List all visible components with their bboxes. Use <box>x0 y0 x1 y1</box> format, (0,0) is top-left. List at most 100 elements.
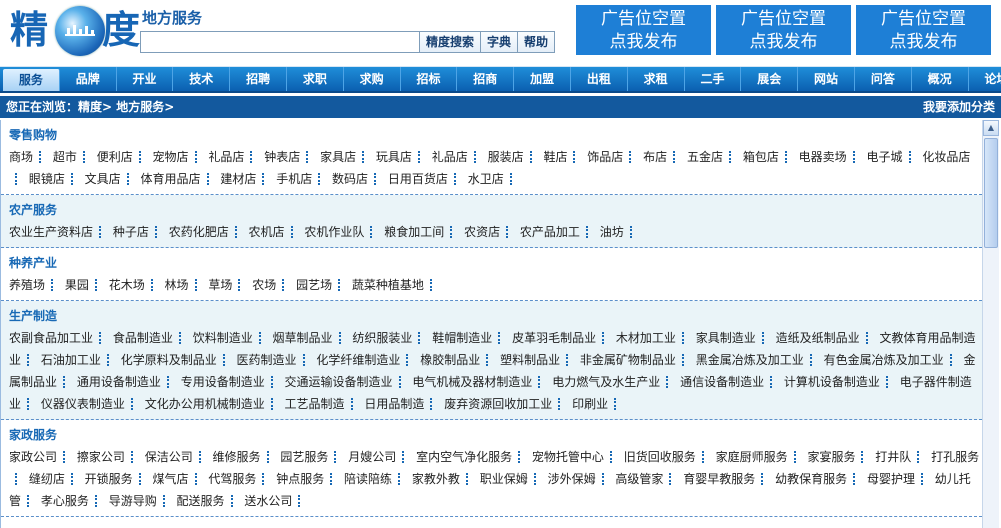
category-link[interactable]: 高级管家 <box>615 472 679 486</box>
category-link[interactable]: 电力燃气及水生产业 <box>552 375 676 389</box>
category-link[interactable]: 钟点服务 <box>276 472 340 486</box>
nav-tab[interactable]: 求职 <box>287 67 344 91</box>
category-link[interactable]: 煤气店 <box>153 472 205 486</box>
category-link[interactable]: 农药化肥店 <box>169 225 245 239</box>
help-button[interactable]: 帮助 <box>518 31 556 53</box>
category-link[interactable]: 蔬菜种植基地 <box>352 278 440 292</box>
category-link[interactable]: 非金属矿物制品业 <box>580 353 692 367</box>
category-link[interactable]: 家具制造业 <box>696 331 772 345</box>
category-link[interactable]: 室内空气净化服务 <box>416 450 528 464</box>
add-category-link[interactable]: 我要添加分类 <box>923 96 995 118</box>
category-link[interactable]: 果园 <box>65 278 105 292</box>
category-link[interactable]: 超市 <box>53 150 93 164</box>
nav-tab[interactable]: 二手 <box>685 67 742 91</box>
nav-tab[interactable]: 招聘 <box>230 67 287 91</box>
category-link[interactable]: 开锁服务 <box>85 472 149 486</box>
category-link[interactable]: 石油加工业 <box>41 353 117 367</box>
category-link[interactable]: 造纸及纸制品业 <box>776 331 876 345</box>
category-link[interactable]: 农场 <box>252 278 292 292</box>
category-link[interactable]: 橡胶制品业 <box>420 353 496 367</box>
nav-tab[interactable]: 招标 <box>401 67 458 91</box>
category-link[interactable]: 黑金属冶炼及加工业 <box>696 353 820 367</box>
category-title[interactable]: 零售购物 <box>9 124 982 146</box>
category-link[interactable]: 服装店 <box>488 150 540 164</box>
nav-tab[interactable]: 开业 <box>117 67 174 91</box>
category-link[interactable]: 园艺场 <box>296 278 348 292</box>
ad-slot-3[interactable]: 广告位空置 点我发布 <box>856 5 991 55</box>
category-link[interactable]: 日用品制造 <box>364 397 440 411</box>
nav-tab[interactable]: 求购 <box>344 67 401 91</box>
category-link[interactable]: 箱包店 <box>743 150 795 164</box>
scrollbar[interactable]: ▲ <box>982 120 999 528</box>
category-link[interactable]: 便利店 <box>97 150 149 164</box>
category-link[interactable]: 文化办公用机械制造业 <box>145 397 281 411</box>
category-link[interactable]: 油坊 <box>600 225 640 239</box>
category-link[interactable]: 通用设备制造业 <box>77 375 177 389</box>
nav-tab[interactable]: 展会 <box>741 67 799 91</box>
ad-slot-1[interactable]: 广告位空置 点我发布 <box>576 5 711 55</box>
category-link[interactable]: 种子店 <box>113 225 165 239</box>
category-link[interactable]: 印刷业 <box>572 397 624 411</box>
category-link[interactable]: 化学纤维制造业 <box>316 353 416 367</box>
category-link[interactable]: 布店 <box>643 150 683 164</box>
category-link[interactable]: 农机店 <box>249 225 301 239</box>
category-link[interactable]: 孝心服务 <box>41 494 105 508</box>
category-link[interactable]: 专用设备制造业 <box>181 375 281 389</box>
nav-tab[interactable]: 概况 <box>912 67 969 91</box>
category-link[interactable]: 塑料制品业 <box>500 353 576 367</box>
category-link[interactable]: 职业保姆 <box>480 472 544 486</box>
category-link[interactable]: 宠物托管中心 <box>532 450 620 464</box>
nav-tab[interactable]: 服务 <box>3 69 60 91</box>
nav-tab[interactable]: 招商 <box>457 67 515 91</box>
category-link[interactable]: 眼镜店 <box>29 172 81 186</box>
category-link[interactable]: 擦家公司 <box>77 450 141 464</box>
search-input[interactable] <box>140 31 420 53</box>
category-link[interactable]: 育婴早教服务 <box>683 472 771 486</box>
category-link[interactable]: 家具店 <box>320 150 372 164</box>
category-link[interactable]: 涉外保姆 <box>548 472 612 486</box>
category-link[interactable]: 工艺品制造 <box>285 397 361 411</box>
category-link[interactable]: 建材店 <box>220 172 272 186</box>
category-link[interactable]: 月嫂公司 <box>348 450 412 464</box>
nav-tab[interactable]: 问答 <box>855 67 912 91</box>
category-title[interactable]: 种养产业 <box>9 252 982 274</box>
category-link[interactable]: 水卫店 <box>468 172 520 186</box>
category-link[interactable]: 饮料制造业 <box>193 331 269 345</box>
category-link[interactable]: 体育用品店 <box>141 172 217 186</box>
category-link[interactable]: 维修服务 <box>213 450 277 464</box>
category-link[interactable]: 家教外教 <box>412 472 476 486</box>
category-link[interactable]: 林场 <box>165 278 205 292</box>
ad-slot-2[interactable]: 广告位空置 点我发布 <box>716 5 851 55</box>
category-link[interactable]: 日用百货店 <box>388 172 464 186</box>
nav-tab[interactable]: 出租 <box>571 67 628 91</box>
category-link[interactable]: 打井队 <box>875 450 927 464</box>
scroll-up-icon[interactable]: ▲ <box>983 120 999 136</box>
logo[interactable]: 精 度 <box>10 2 140 62</box>
category-link[interactable]: 仪器仪表制造业 <box>41 397 141 411</box>
category-link[interactable]: 保洁公司 <box>145 450 209 464</box>
category-link[interactable]: 农业生产资料店 <box>9 225 109 239</box>
category-link[interactable]: 宠物店 <box>153 150 205 164</box>
category-link[interactable]: 旧货回收服务 <box>624 450 712 464</box>
category-link[interactable]: 粮食加工间 <box>384 225 460 239</box>
category-link[interactable]: 农资店 <box>464 225 516 239</box>
category-link[interactable]: 电器卖场 <box>799 150 863 164</box>
category-link[interactable]: 家政公司 <box>9 450 73 464</box>
category-link[interactable]: 养殖场 <box>9 278 61 292</box>
category-link[interactable]: 化学原料及制品业 <box>121 353 233 367</box>
dictionary-button[interactable]: 字典 <box>481 31 519 53</box>
category-link[interactable]: 电子城 <box>867 150 919 164</box>
category-link[interactable]: 纺织服装业 <box>352 331 428 345</box>
category-title[interactable]: 生产制造 <box>9 305 982 327</box>
category-link[interactable]: 文具店 <box>85 172 137 186</box>
category-link[interactable]: 礼品店 <box>208 150 260 164</box>
category-link[interactable]: 农产品加工 <box>520 225 596 239</box>
category-link[interactable]: 钟表店 <box>264 150 316 164</box>
category-link[interactable]: 烟草制品业 <box>273 331 349 345</box>
category-link[interactable]: 花木场 <box>109 278 161 292</box>
category-link[interactable]: 代驾服务 <box>208 472 272 486</box>
category-link[interactable]: 通信设备制造业 <box>680 375 780 389</box>
category-link[interactable]: 家宴服务 <box>807 450 871 464</box>
category-link[interactable]: 送水公司 <box>244 494 308 508</box>
category-link[interactable]: 导游导购 <box>109 494 173 508</box>
